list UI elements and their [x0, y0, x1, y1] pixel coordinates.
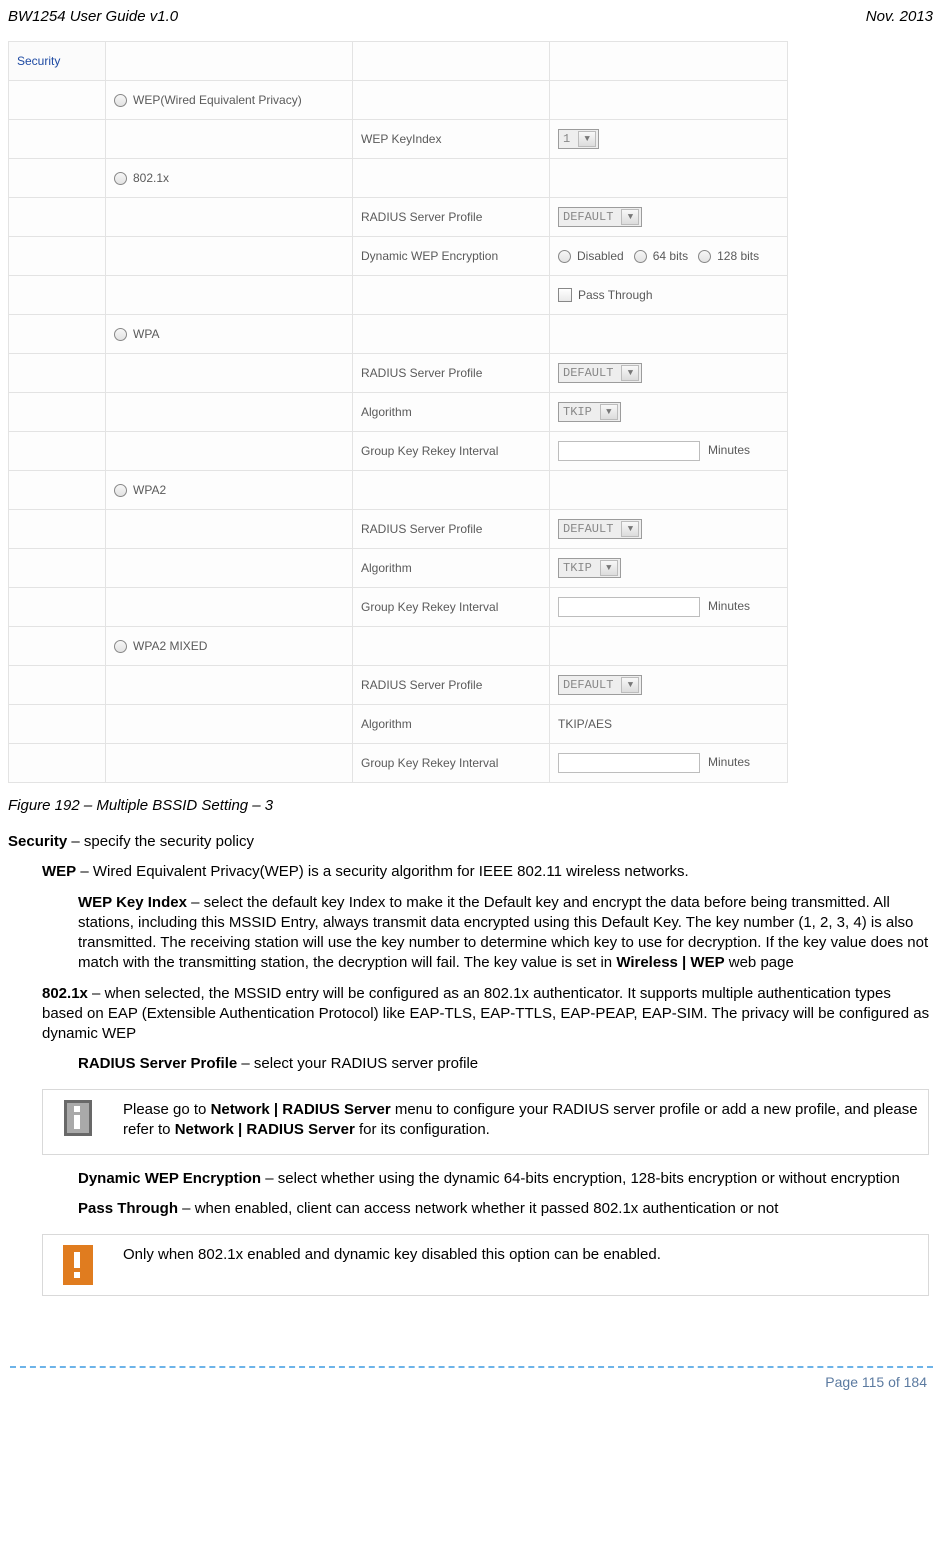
chevron-down-icon: ▼	[600, 560, 618, 576]
wep-keyindex-select[interactable]: 1▼	[558, 129, 599, 149]
footer-separator	[10, 1366, 933, 1368]
radio-icon	[634, 250, 647, 263]
algorithm-label: Algorithm	[353, 549, 550, 588]
gkri-input[interactable]	[558, 441, 700, 461]
security-desc: Security – specify the security policy	[8, 832, 933, 852]
radius-label: RADIUS Server Profile	[353, 198, 550, 237]
radio-icon	[114, 172, 127, 185]
wpa-option[interactable]: WPA	[106, 315, 353, 354]
wepkey-desc: WEP Key Index – select the default key I…	[78, 893, 933, 974]
radius-select[interactable]: DEFAULT▼	[558, 363, 642, 383]
page-header: BW1254 User Guide v1.0 Nov. 2013	[8, 8, 933, 25]
chevron-down-icon: ▼	[621, 365, 639, 381]
algorithm-select[interactable]: TKIP▼	[558, 558, 621, 578]
warning-text: Only when 802.1x enabled and dynamic key…	[113, 1235, 928, 1295]
page-footer: Page 115 of 184	[0, 1374, 943, 1400]
algorithm-value: TKIP/AES	[550, 705, 788, 744]
dynwep-desc: Dynamic WEP Encryption – select whether …	[78, 1169, 933, 1189]
chevron-down-icon: ▼	[578, 131, 596, 147]
security-settings-table: Security WEP(Wired Equivalent Privacy) W…	[8, 41, 788, 783]
radius-label: RADIUS Server Profile	[353, 666, 550, 705]
radio-icon	[558, 250, 571, 263]
wpa2-option[interactable]: WPA2	[106, 471, 353, 510]
algorithm-select[interactable]: TKIP▼	[558, 402, 621, 422]
passthrough-option[interactable]: Pass Through	[550, 276, 788, 315]
security-header: Security	[9, 42, 106, 81]
gkri-input[interactable]	[558, 597, 700, 617]
wep-option[interactable]: WEP(Wired Equivalent Privacy)	[106, 81, 353, 120]
radio-icon	[114, 484, 127, 497]
radius-desc: RADIUS Server Profile – select your RADI…	[78, 1054, 933, 1074]
wep-desc: WEP – Wired Equivalent Privacy(WEP) is a…	[42, 862, 933, 882]
info-text: Please go to Network | RADIUS Server men…	[113, 1090, 928, 1155]
radio-icon	[698, 250, 711, 263]
passthrough-desc: Pass Through – when enabled, client can …	[78, 1199, 933, 1219]
8021x-option[interactable]: 802.1x	[106, 159, 353, 198]
header-left: BW1254 User Guide v1.0	[8, 8, 178, 25]
radio-icon	[114, 94, 127, 107]
radius-label: RADIUS Server Profile	[353, 354, 550, 393]
8021x-desc: 802.1x – when selected, the MSSID entry …	[42, 984, 933, 1045]
radius-select[interactable]: DEFAULT▼	[558, 675, 642, 695]
wep-keyindex-label: WEP KeyIndex	[353, 120, 550, 159]
gkri-label: Group Key Rekey Interval	[353, 432, 550, 471]
radius-label: RADIUS Server Profile	[353, 510, 550, 549]
info-icon	[64, 1100, 92, 1136]
figure-caption: Figure 192 – Multiple BSSID Setting – 3	[8, 797, 933, 814]
chevron-down-icon: ▼	[600, 404, 618, 420]
radio-icon	[114, 640, 127, 653]
algorithm-label: Algorithm	[353, 705, 550, 744]
header-right: Nov. 2013	[866, 8, 933, 25]
chevron-down-icon: ▼	[621, 209, 639, 225]
checkbox-icon	[558, 288, 572, 302]
warning-box: Only when 802.1x enabled and dynamic key…	[42, 1234, 929, 1296]
dynwep-label: Dynamic WEP Encryption	[353, 237, 550, 276]
algorithm-label: Algorithm	[353, 393, 550, 432]
radio-icon	[114, 328, 127, 341]
chevron-down-icon: ▼	[621, 521, 639, 537]
chevron-down-icon: ▼	[621, 677, 639, 693]
gkri-label: Group Key Rekey Interval	[353, 744, 550, 783]
wpa2mixed-option[interactable]: WPA2 MIXED	[106, 627, 353, 666]
info-box: Please go to Network | RADIUS Server men…	[42, 1089, 929, 1156]
radius-select[interactable]: DEFAULT▼	[558, 519, 642, 539]
radius-select[interactable]: DEFAULT▼	[558, 207, 642, 227]
gkri-input[interactable]	[558, 753, 700, 773]
dynwep-options[interactable]: Disabled 64 bits 128 bits	[550, 237, 788, 276]
gkri-label: Group Key Rekey Interval	[353, 588, 550, 627]
warning-icon	[63, 1245, 93, 1285]
